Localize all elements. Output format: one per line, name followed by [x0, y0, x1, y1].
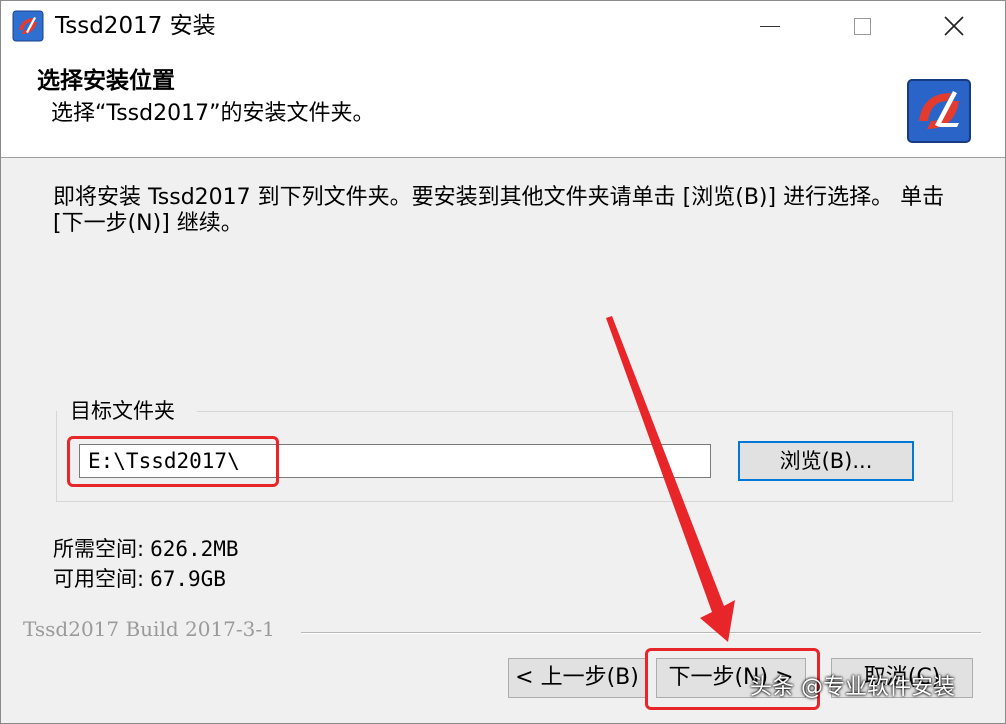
- annotation-arrow-icon: [606, 316, 735, 642]
- watermark-text: 头条 @专业软件安装: [750, 675, 955, 700]
